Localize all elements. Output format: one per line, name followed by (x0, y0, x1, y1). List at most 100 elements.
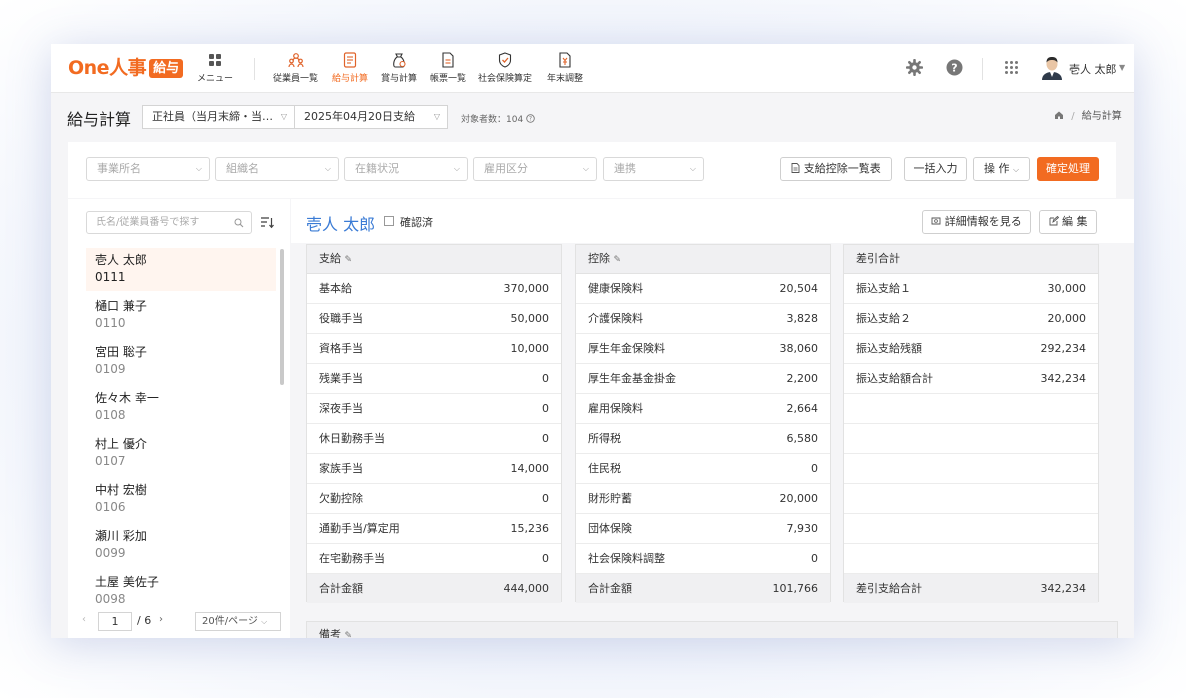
chevron-down-icon: ⌵ (582, 164, 589, 173)
chevron-left-icon[interactable]: ‹ (82, 614, 86, 625)
top-navigation-bar: One人事 給与 メニュー 従業員一覧 給与計算 賞与計算 帳票一覧 社会保険算… (51, 44, 1134, 93)
nav-menu[interactable]: メニュー (197, 52, 233, 84)
gear-icon[interactable] (906, 59, 923, 76)
employee-list-item[interactable]: 瀬川 彩加 0099 (86, 524, 276, 567)
page-number-input[interactable]: 1 (98, 612, 132, 631)
pencil-icon[interactable]: ✎ (614, 255, 622, 265)
search-input[interactable]: 氏名/従業員番号で探す (86, 211, 252, 234)
card-header: 支給 ✎ (307, 245, 561, 274)
home-icon[interactable] (1054, 110, 1064, 120)
employee-list-item[interactable]: 壱人 太郎 0111 (86, 248, 276, 291)
row-label: 在宅勤務手当 (319, 552, 385, 565)
row-value: 3,828 (786, 312, 819, 325)
employment-type-filter[interactable]: 雇用区分 ⌵ (473, 157, 597, 181)
operations-dropdown[interactable]: 操 作 ⌵ (973, 157, 1030, 181)
organization-filter[interactable]: 組織名 ⌵ (215, 157, 339, 181)
bulk-input-button[interactable]: 一括入力 (904, 157, 967, 181)
file-yen-icon (559, 52, 571, 68)
total-label: 合計金額 (319, 582, 363, 595)
total-label: 差引支給合計 (856, 582, 922, 595)
confirmed-checkbox[interactable] (384, 216, 394, 226)
row-label: 役職手当 (319, 312, 363, 325)
row-label: 通勤手当/算定用 (319, 522, 400, 535)
nav-label: 社会保険算定 (478, 74, 533, 84)
row-label: 健康保険料 (588, 282, 643, 295)
row-label: 基本給 (319, 282, 352, 295)
row-value: 0 (811, 462, 818, 475)
employee-id: 0107 (95, 454, 126, 468)
employee-name: 瀬川 彩加 (95, 529, 147, 543)
nav-year-end[interactable]: 年末調整 (547, 52, 583, 84)
pencil-icon[interactable]: ✎ (345, 255, 353, 265)
link-filter[interactable]: 連携 ⌵ (603, 157, 704, 181)
select-value: 正社員（当月末締・当… (152, 110, 273, 123)
nav-bonus[interactable]: 賞与計算 (381, 52, 417, 84)
status-filter[interactable]: 在籍状況 ⌵ (344, 157, 468, 181)
employee-list-item[interactable]: 宮田 聡子 0109 (86, 340, 276, 383)
filter-placeholder: 在籍状況 (355, 162, 399, 175)
nav-divider (982, 58, 983, 80)
confirm-button[interactable]: 確定処理 (1037, 157, 1099, 181)
table-row: 所得税 6,580 (576, 424, 830, 454)
employee-list-item[interactable]: 佐々木 幸一 0108 (86, 386, 276, 429)
pay-date-select[interactable]: 2025年04月20日支給 ▽ (294, 105, 448, 129)
table-row: 在宅勤務手当 0 (307, 544, 561, 574)
employment-type-select[interactable]: 正社員（当月末締・当… ▽ (142, 105, 295, 129)
employee-id: 0109 (95, 362, 126, 376)
office-filter[interactable]: 事業所名 ⌵ (86, 157, 210, 181)
target-count-text: 対象者数：104 (461, 115, 524, 125)
table-row: 休日勤務手当 0 (307, 424, 561, 454)
chevron-down-icon[interactable]: ▼ (1119, 63, 1125, 72)
employee-list-item[interactable]: 中村 宏樹 0106 (86, 478, 276, 521)
employee-list-item[interactable]: 村上 優介 0107 (86, 432, 276, 475)
table-row (844, 544, 1098, 574)
help-icon[interactable]: ? (946, 59, 963, 76)
employee-name: 壱人 太郎 (95, 253, 147, 267)
user-name[interactable]: 壱人 太郎 (1069, 61, 1117, 77)
pencil-icon[interactable]: ✎ (345, 631, 353, 638)
button-label: 編 集 (1062, 215, 1088, 228)
sort-icon[interactable] (260, 216, 274, 229)
memo-title: 備考 (319, 628, 341, 638)
nav-employee-list[interactable]: 従業員一覧 (273, 52, 318, 84)
chevron-right-icon[interactable]: › (159, 614, 163, 625)
table-row: 家族手当 14,000 (307, 454, 561, 484)
row-value: 0 (542, 492, 549, 505)
apps-grid-icon[interactable] (1004, 59, 1019, 76)
nav-label: 従業員一覧 (273, 74, 319, 84)
selected-employee-name: 壱人 太郎 (306, 215, 376, 234)
page-size-select[interactable]: 20件/ページ ⌵ (195, 612, 281, 631)
table-row: 振込支給１ 30,000 (844, 274, 1098, 304)
details-button[interactable]: 詳細情報を見る (922, 210, 1031, 234)
nav-social-insurance[interactable]: 社会保険算定 (478, 52, 532, 84)
breadcrumb-separator: / (1071, 111, 1075, 122)
avatar[interactable] (1041, 56, 1063, 80)
logo-text: One人事 (68, 57, 147, 79)
filter-placeholder: 事業所名 (97, 162, 141, 175)
svg-text:?: ? (529, 116, 532, 123)
table-row (844, 394, 1098, 424)
app-logo[interactable]: One人事 給与 (68, 57, 184, 79)
page-number: 1 (111, 615, 119, 628)
row-value: 370,000 (503, 282, 550, 295)
list-scrollbar[interactable] (280, 249, 284, 385)
employee-list-item[interactable]: 樋口 兼子 0110 (86, 294, 276, 337)
employee-name: 宮田 聡子 (95, 345, 147, 359)
row-value: 0 (542, 402, 549, 415)
row-value: 20,000 (779, 492, 819, 505)
select-value: 2025年04月20日支給 (304, 110, 415, 123)
grid-icon (209, 54, 221, 66)
payroll-list-button[interactable]: 支給控除一覧表 (780, 157, 892, 181)
edit-button[interactable]: 編 集 (1039, 210, 1097, 234)
help-circle-icon[interactable]: ? (526, 114, 535, 123)
table-row: 団体保険 7,930 (576, 514, 830, 544)
table-row: 厚生年金基金掛金 2,200 (576, 364, 830, 394)
nav-label: メニュー (197, 74, 234, 84)
nav-payroll[interactable]: 給与計算 (332, 52, 368, 84)
table-row (844, 454, 1098, 484)
button-label: 一括入力 (913, 162, 958, 175)
page-title: 給与計算 (67, 110, 132, 129)
nav-forms[interactable]: 帳票一覧 (430, 52, 466, 84)
employee-id: 0098 (95, 592, 126, 606)
nav-label: 年末調整 (547, 74, 584, 84)
